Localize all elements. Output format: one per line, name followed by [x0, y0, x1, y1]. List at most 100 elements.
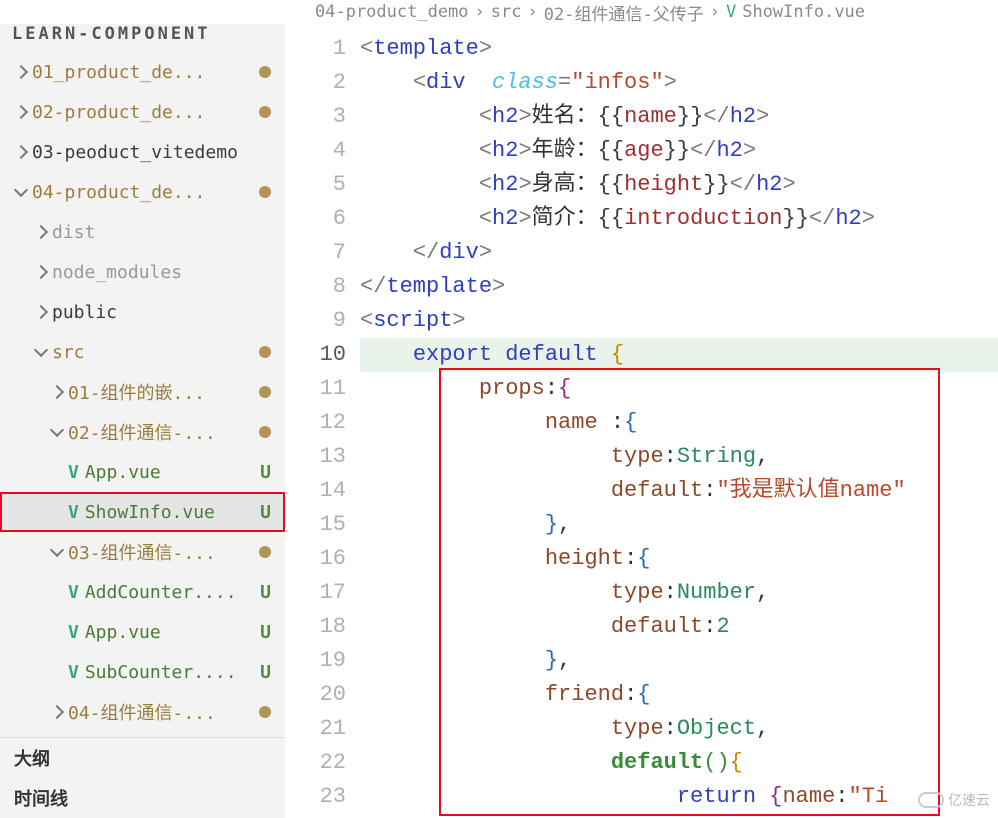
- panel-outline[interactable]: 大纲: [0, 738, 285, 778]
- status-untracked: U: [260, 582, 271, 603]
- tree-item[interactable]: dist: [0, 212, 285, 252]
- tree-item-label: 03-组件通信-...: [68, 539, 259, 565]
- code-line[interactable]: },: [360, 508, 998, 542]
- chevron-right-icon[interactable]: [34, 305, 48, 319]
- code-line[interactable]: },: [360, 644, 998, 678]
- breadcrumb-part[interactable]: 02-组件通信-父传子: [544, 0, 704, 24]
- status-dot-modified: [259, 346, 271, 358]
- tree-item-label: 03-peoduct_vitedemo: [32, 142, 271, 163]
- chevron-right-icon[interactable]: [50, 705, 64, 719]
- code-line[interactable]: </div>: [360, 236, 998, 270]
- vue-icon: V: [726, 2, 736, 22]
- code-line[interactable]: </template>: [360, 270, 998, 304]
- tree-item-label: SubCounter....: [85, 662, 260, 683]
- chevron-right-icon[interactable]: [14, 65, 28, 79]
- line-number: 5: [285, 168, 346, 202]
- code-line[interactable]: <h2>简介：{{introduction}}</h2>: [360, 202, 998, 236]
- chevron-right-icon[interactable]: [50, 385, 64, 399]
- breadcrumb-sep: ›: [710, 2, 720, 22]
- tree-item[interactable]: 02-组件通信-...: [0, 412, 285, 452]
- line-number: 22: [285, 746, 346, 780]
- tree-item-label: public: [52, 302, 271, 323]
- tree-item[interactable]: 04-组件通信-...: [0, 692, 285, 732]
- line-number: 14: [285, 474, 346, 508]
- line-number: 11: [285, 372, 346, 406]
- chevron-right-icon[interactable]: [14, 105, 28, 119]
- tree-item[interactable]: node_modules: [0, 252, 285, 292]
- chevron-down-icon[interactable]: [50, 543, 64, 557]
- line-number: 13: [285, 440, 346, 474]
- code-line[interactable]: default:"我是默认值name": [360, 474, 998, 508]
- line-number: 21: [285, 712, 346, 746]
- chevron-down-icon[interactable]: [14, 183, 28, 197]
- tree-item[interactable]: 01-组件的嵌...: [0, 372, 285, 412]
- tree-item-label: ShowInfo.vue: [85, 502, 260, 523]
- code-line[interactable]: <div class="infos">: [360, 66, 998, 100]
- line-number: 8: [285, 270, 346, 304]
- tree-item[interactable]: VSubCounter....U: [0, 652, 285, 692]
- code-line[interactable]: type:Object,: [360, 712, 998, 746]
- tree-item[interactable]: V AddCounter....U: [0, 572, 285, 612]
- tree-item[interactable]: 04-product_de...: [0, 172, 285, 212]
- code-line[interactable]: friend:{: [360, 678, 998, 712]
- tree-item[interactable]: VShowInfo.vueU: [0, 492, 285, 532]
- code-line[interactable]: <h2>身高：{{height}}</h2>: [360, 168, 998, 202]
- tree-item-label: AddCounter....: [85, 582, 260, 603]
- breadcrumb[interactable]: 04-product_demo › src › 02-组件通信-父传子 › V …: [0, 0, 998, 24]
- vue-icon: V: [68, 502, 79, 523]
- line-number: 9: [285, 304, 346, 338]
- status-dot-modified: [259, 426, 271, 438]
- breadcrumb-part[interactable]: src: [491, 2, 522, 22]
- code-line[interactable]: type:Number,: [360, 576, 998, 610]
- chevron-down-icon[interactable]: [34, 343, 48, 357]
- panel-timeline[interactable]: 时间线: [0, 778, 285, 818]
- tree-item-label: App.vue: [85, 622, 260, 643]
- breadcrumb-part[interactable]: 04-product_demo: [315, 2, 469, 22]
- main: LEARN-COMPONENT 01_product_de...02-produ…: [0, 24, 998, 818]
- tree-item-label: dist: [52, 222, 271, 243]
- code-line[interactable]: default:2: [360, 610, 998, 644]
- tree-item[interactable]: 03-peoduct_vitedemo: [0, 132, 285, 172]
- tree-item[interactable]: 05-组件插槽-...: [0, 732, 285, 737]
- cloud-icon: [918, 792, 944, 808]
- code-line[interactable]: <script>: [360, 304, 998, 338]
- line-number: 15: [285, 508, 346, 542]
- explorer-title[interactable]: LEARN-COMPONENT: [0, 24, 285, 52]
- code-line[interactable]: height:{: [360, 542, 998, 576]
- line-number: 23: [285, 780, 346, 814]
- code-line[interactable]: name :{: [360, 406, 998, 440]
- line-numbers: 1234567891011121314151617181920212223: [285, 24, 360, 818]
- chevron-right-icon[interactable]: [14, 145, 28, 159]
- tree-item[interactable]: 03-组件通信-...: [0, 532, 285, 572]
- code-line[interactable]: <h2>年龄：{{age}}</h2>: [360, 134, 998, 168]
- watermark: 亿速云: [918, 790, 990, 810]
- code-line[interactable]: props:{: [360, 372, 998, 406]
- line-number: 1: [285, 32, 346, 66]
- tree-item[interactable]: src: [0, 332, 285, 372]
- line-number: 17: [285, 576, 346, 610]
- tree-item[interactable]: 02-product_de...: [0, 92, 285, 132]
- chevron-right-icon[interactable]: [34, 265, 48, 279]
- code-line[interactable]: type:String,: [360, 440, 998, 474]
- vue-icon: V: [68, 622, 79, 643]
- vue-icon: V: [68, 582, 79, 603]
- chevron-right-icon[interactable]: [34, 225, 48, 239]
- editor[interactable]: 1234567891011121314151617181920212223 <t…: [285, 24, 998, 818]
- tree-item-label: 02-组件通信-...: [68, 419, 259, 445]
- code-area[interactable]: <template> <div class="infos"> <h2>姓名：{{…: [360, 24, 998, 818]
- line-number: 4: [285, 134, 346, 168]
- code-line[interactable]: return {name:"Ti: [360, 780, 998, 814]
- code-line[interactable]: <h2>姓名：{{name}}</h2>: [360, 100, 998, 134]
- tree-item[interactable]: VApp.vueU: [0, 452, 285, 492]
- chevron-down-icon[interactable]: [50, 423, 64, 437]
- breadcrumb-part[interactable]: ShowInfo.vue: [742, 2, 865, 22]
- tree-item[interactable]: V App.vueU: [0, 612, 285, 652]
- code-line[interactable]: export default {: [360, 338, 998, 372]
- code-line[interactable]: default(){: [360, 746, 998, 780]
- code-line[interactable]: <template>: [360, 32, 998, 66]
- tree-item[interactable]: public: [0, 292, 285, 332]
- status-untracked: U: [260, 622, 271, 643]
- line-number: 20: [285, 678, 346, 712]
- watermark-text: 亿速云: [948, 790, 990, 810]
- tree-item[interactable]: 01_product_de...: [0, 52, 285, 92]
